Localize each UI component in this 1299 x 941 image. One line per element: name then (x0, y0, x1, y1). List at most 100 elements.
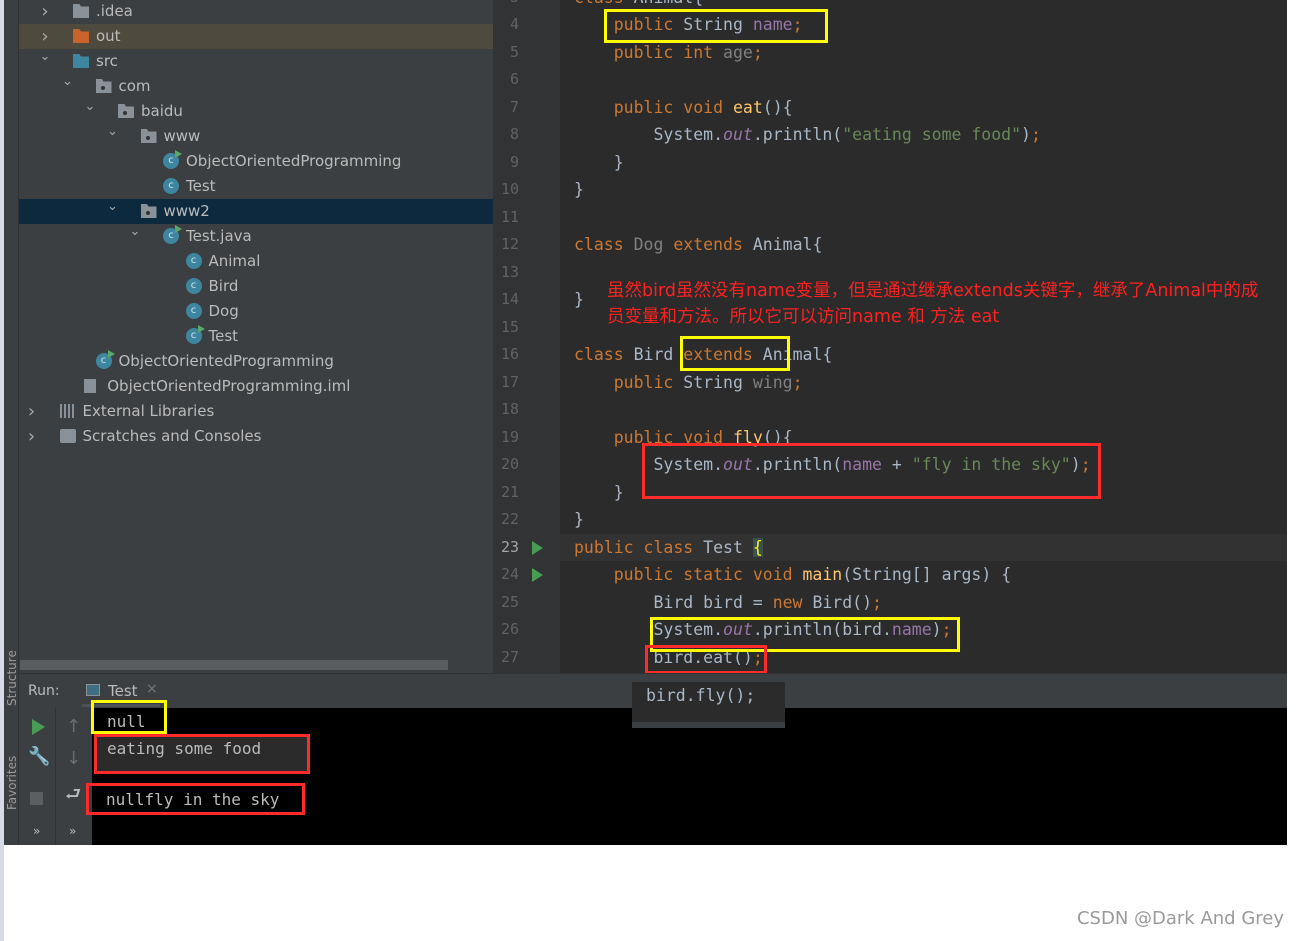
highlight-fly-println (642, 443, 1101, 499)
code-token: Test (703, 537, 753, 557)
code-token: } (574, 290, 584, 309)
code-token: Bird (633, 345, 684, 364)
console-output[interactable]: null eating some food nullfly in the sky (92, 708, 1287, 845)
run-tab-label: Test (108, 682, 138, 700)
console-icon (86, 684, 100, 696)
line-number: 20 (500, 455, 519, 473)
arrow-up-icon[interactable]: ↑ (66, 716, 81, 737)
arrow-down-icon[interactable]: ↓ (66, 748, 81, 769)
line-number: 17 (500, 372, 519, 391)
code-line: public String wing; (560, 369, 1287, 397)
close-icon[interactable]: × (146, 681, 158, 697)
code-token: } (574, 180, 584, 199)
code-token: extends (673, 235, 753, 254)
code-token: } (574, 152, 624, 172)
code-token: .println( (752, 125, 843, 144)
highlight-name-field (604, 9, 828, 43)
code-token: String (683, 372, 753, 392)
line-number: 23 (500, 537, 519, 556)
code-token: ; (872, 592, 882, 612)
code-token: } (574, 482, 624, 502)
code-token: Bird() (812, 592, 873, 612)
code-line: } (560, 149, 1287, 177)
line-number: 13 (500, 262, 519, 281)
code-popup: bird.fly(); (632, 682, 785, 728)
line-number: 5 (509, 42, 519, 61)
highlight-eat-output (94, 734, 310, 774)
line-number: 9 (509, 152, 519, 171)
highlight-extends (680, 336, 790, 371)
code-token: ) (1021, 125, 1031, 144)
code-lines: class Animal{3 public String name;4 publ… (0, 0, 1287, 673)
code-token: ; (1030, 125, 1041, 144)
annotation-line-2: 员变量和方法。所以它可以访问name 和 方法 eat (607, 307, 1000, 327)
code-token: Dog (633, 235, 674, 254)
run-label: Run: (28, 683, 60, 699)
code-token: class (574, 235, 634, 254)
line-number: 26 (500, 620, 519, 638)
code-token: public static void (613, 565, 803, 584)
code-line: } (560, 506, 1287, 534)
code-token: { (752, 537, 763, 557)
annotation-line-1: 虽然bird虽然没有name变量，但是通过继承extends关键字，继承了Ani… (607, 281, 1259, 301)
code-token: class (574, 0, 634, 7)
code-token: Animal{ (634, 0, 704, 7)
code-token: main (802, 565, 843, 584)
code-line: class Dog extends Animal{ (560, 231, 1287, 259)
popup-code: bird.fly(); (646, 686, 756, 705)
wrench-icon[interactable]: 🔧 (28, 746, 50, 767)
code-token: Bird bird = (574, 592, 773, 612)
highlight-fly-output (86, 783, 305, 815)
code-token: "eating some food" (842, 125, 1022, 144)
more-icon[interactable]: » (33, 824, 40, 838)
soft-wrap-icon[interactable]: ⮐ (65, 782, 81, 812)
line-number: 21 (500, 482, 519, 501)
code-token: wing (752, 372, 793, 392)
code-line: } (560, 176, 1287, 204)
line-number: 12 (500, 235, 519, 253)
line-number: 6 (509, 70, 519, 88)
code-line: System.out.println("eating some food"); (560, 121, 1287, 149)
line-number: 25 (500, 592, 519, 611)
line-number: 14 (500, 290, 519, 308)
line-number: 4 (509, 15, 519, 33)
line-number: 16 (500, 345, 519, 363)
code-token: public (613, 372, 684, 392)
line-number: 15 (500, 317, 519, 336)
code-token: ; (752, 42, 763, 62)
code-token: public int (613, 42, 724, 62)
code-token: public void (613, 97, 733, 117)
run-gutter-icon[interactable] (532, 540, 543, 555)
more-icon[interactable]: » (69, 824, 76, 838)
favorites-tab[interactable]: Favorites (5, 756, 19, 810)
stop-icon[interactable] (30, 792, 43, 805)
line-number: 27 (500, 647, 519, 666)
code-token: System. (574, 125, 724, 144)
run-gutter-icon[interactable] (532, 568, 543, 582)
watermark: CSDN @Dark And Grey (1076, 908, 1284, 929)
line-number: 22 (500, 510, 519, 528)
rerun-icon[interactable] (32, 719, 45, 735)
line-number: 24 (500, 565, 519, 583)
code-token: (){ (762, 97, 793, 117)
line-number: 11 (500, 207, 519, 226)
code-line: Bird bird = new Bird(); (560, 589, 1287, 617)
code-token: } (574, 510, 584, 529)
code-token: (String[] args) { (842, 565, 1012, 584)
line-number: 19 (500, 427, 519, 446)
code-token: public class (574, 537, 704, 557)
code-token: class (574, 345, 634, 364)
line-number: 8 (509, 125, 519, 143)
highlight-bird-eat (645, 645, 767, 674)
code-token: ; (792, 372, 803, 392)
code-token: Animal{ (752, 235, 823, 254)
code-token: new (772, 592, 813, 612)
line-number: 7 (509, 97, 519, 116)
